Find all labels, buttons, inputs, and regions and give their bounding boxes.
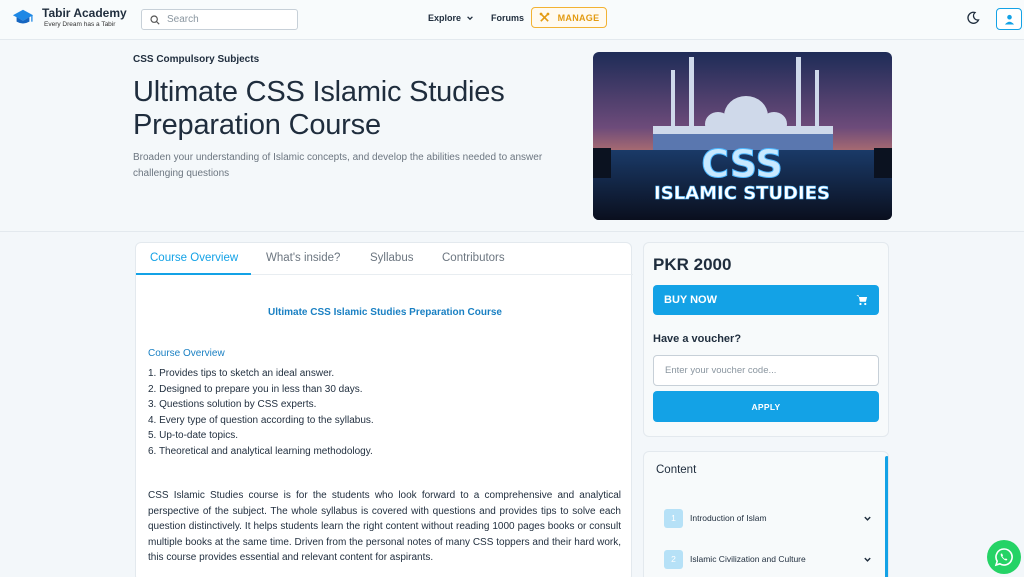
- content-item-label: Islamic Civilization and Culture: [690, 554, 806, 564]
- breadcrumb[interactable]: CSS Compulsory Subjects: [133, 54, 259, 65]
- user-icon: [1004, 14, 1014, 25]
- list-item: 1. Provides tips to sketch an ideal answ…: [148, 368, 335, 379]
- voucher-label: Have a voucher?: [653, 333, 742, 345]
- course-details-card: Course Overview What's inside? Syllabus …: [135, 242, 633, 577]
- list-item: 4. Every type of question according to t…: [148, 414, 374, 426]
- manage-button[interactable]: MANAGE: [531, 7, 607, 28]
- list-item: 3. Questions solution by CSS experts.: [148, 399, 317, 411]
- overview-points: 1. Provides tips to sketch an ideal answ…: [148, 366, 374, 460]
- overview-content: Ultimate CSS Islamic Studies Preparation…: [143, 286, 627, 577]
- whatsapp-icon: [994, 548, 1013, 567]
- brand-tagline: Every Dream has a Tabir: [44, 21, 116, 28]
- overview-title: Ultimate CSS Islamic Studies Preparation…: [268, 307, 502, 318]
- explore-menu[interactable]: Explore: [428, 13, 474, 23]
- search-box[interactable]: [141, 9, 298, 30]
- whatsapp-chat-button[interactable]: [987, 540, 1021, 574]
- buy-now-button[interactable]: BUY NOW: [653, 285, 879, 315]
- search-input[interactable]: [167, 14, 287, 25]
- content-outline-card: Content 1 Introduction of Islam 2 Islami…: [643, 451, 889, 577]
- top-navbar: Tabir Academy Every Dream has a Tabir Ex…: [0, 0, 1024, 40]
- brand-logo[interactable]: Tabir Academy Every Dream has a Tabir: [12, 6, 127, 29]
- apply-label: APPLY: [751, 401, 781, 412]
- content-outline-title: Content: [656, 464, 697, 476]
- list-item: 2. Designed to prepare you in less than …: [148, 383, 363, 395]
- active-tab-indicator: [136, 273, 251, 275]
- moon-icon[interactable]: [966, 11, 980, 25]
- content-item-number: 2: [664, 549, 683, 569]
- tab-contributors[interactable]: Contributors: [442, 252, 505, 264]
- search-icon: [150, 14, 160, 25]
- cart-icon: [856, 295, 868, 306]
- cover-text-subject: ISLAMIC STUDIES: [654, 183, 830, 204]
- explore-label: Explore: [428, 13, 462, 23]
- cover-text-css: CSS: [701, 142, 783, 186]
- page-title: Ultimate CSS Islamic Studies Preparation…: [133, 76, 505, 141]
- list-item: 5. Up-to-date topics.: [148, 430, 239, 442]
- course-tabs: Course Overview What's inside? Syllabus …: [136, 243, 633, 275]
- graduation-cap-icon: [12, 9, 34, 23]
- tab-course-overview[interactable]: Course Overview: [150, 252, 238, 264]
- pricing-card: PKR 2000 BUY NOW Have a voucher? APPLY: [643, 242, 889, 437]
- scrollbar[interactable]: [885, 456, 888, 577]
- chevron-down-icon: [864, 516, 871, 521]
- buy-now-label: BUY NOW: [664, 294, 717, 306]
- content-item[interactable]: 2 Islamic Civilization and Culture: [656, 541, 872, 577]
- voucher-code-input[interactable]: [653, 355, 879, 386]
- content-item-number: 1: [664, 508, 683, 528]
- overview-heading: Course Overview: [148, 348, 225, 359]
- manage-label: MANAGE: [557, 12, 600, 23]
- brand-name: Tabir Academy: [42, 6, 127, 20]
- content-item-label: Introduction of Islam: [690, 513, 767, 523]
- tab-whats-inside[interactable]: What's inside?: [266, 252, 340, 264]
- user-account-button[interactable]: [996, 8, 1022, 30]
- course-description: Broaden your understanding of Islamic co…: [133, 152, 543, 179]
- course-cover-image: CSS ISLAMIC STUDIES: [593, 52, 892, 220]
- tools-icon: [539, 12, 549, 22]
- chevron-down-icon: [864, 557, 871, 562]
- tab-syllabus[interactable]: Syllabus: [370, 252, 413, 264]
- course-price: PKR 2000: [653, 255, 732, 274]
- forums-link[interactable]: Forums: [491, 13, 524, 23]
- content-item[interactable]: 1 Introduction of Islam: [656, 500, 872, 536]
- list-item: 6. Theoretical and analytical learning m…: [148, 445, 373, 457]
- chevron-down-icon: [467, 16, 473, 21]
- overview-paragraph: CSS Islamic Studies course is for the st…: [148, 490, 621, 563]
- apply-voucher-button[interactable]: APPLY: [653, 391, 879, 422]
